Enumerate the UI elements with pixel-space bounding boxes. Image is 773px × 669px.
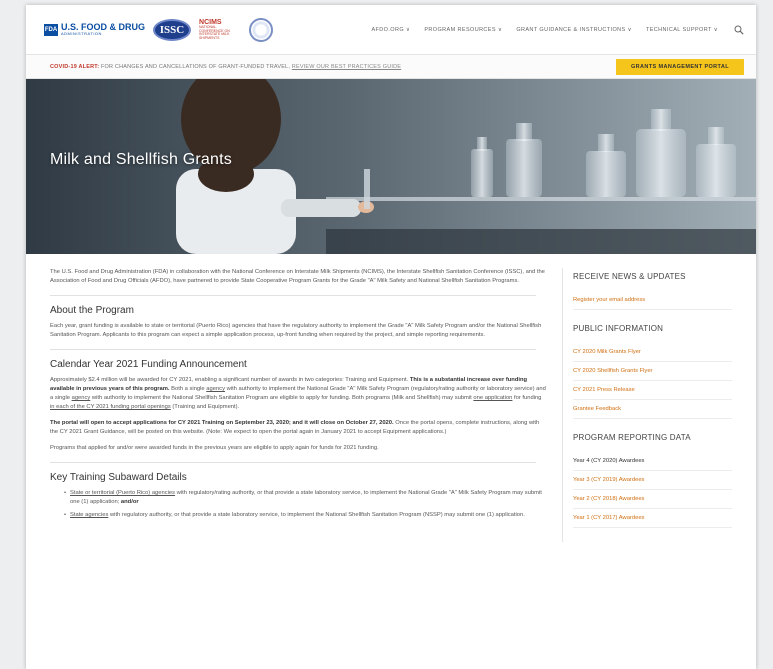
funding-paragraph-3: Programs that applied for and/or were aw… (50, 445, 379, 451)
milk-grants-flyer-link[interactable]: CY 2020 Milk Grants Flyer (573, 343, 732, 362)
alert-text: COVID-19 ALERT: FOR CHANGES AND CANCELLA… (50, 63, 402, 70)
fda-logo[interactable]: FDA U.S. FOOD & DRUG ADMINISTRATION (44, 23, 145, 36)
list-item: State or territorial (Puerto Rico) agenc… (64, 489, 546, 507)
afdo-seal-logo[interactable] (249, 17, 274, 42)
public-info-heading: PUBLIC INFORMATION (573, 324, 664, 333)
page-title: Milk and Shellfish Grants (50, 151, 232, 168)
register-email-link[interactable]: Register your email address (573, 291, 732, 310)
year1-awardees-link[interactable]: Year 1 (CY 2017) Awardees (573, 509, 732, 528)
fda-logo-line2: ADMINISTRATION (61, 31, 102, 36)
about-heading: About the Program (50, 305, 134, 316)
reporting-heading: PROGRAM REPORTING DATA (573, 433, 691, 442)
shellfish-grants-flyer-link[interactable]: CY 2020 Shellfish Grants Flyer (573, 362, 732, 381)
state-agencies-link[interactable]: State agencies (70, 512, 108, 518)
covid-alert-bar: COVID-19 ALERT: FOR CHANGES AND CANCELLA… (26, 55, 756, 79)
intro-paragraph: The U.S. Food and Drug Administration (F… (50, 269, 545, 284)
sidebar: RECEIVE NEWS & UPDATES Register your ema… (562, 268, 732, 542)
main-column: The U.S. Food and Drug Administration (F… (26, 254, 546, 542)
hero-banner: Milk and Shellfish Grants (26, 79, 756, 254)
list-item: State agencies with regulatory authority… (64, 511, 546, 520)
menu-item-afdo[interactable]: AFDO.ORG ∨ (371, 27, 410, 33)
press-release-link[interactable]: CY 2021 Press Release (573, 381, 732, 400)
funding-paragraph-1: Approximately $2.4 million will be award… (50, 377, 546, 410)
training-list: State or territorial (Puerto Rico) agenc… (64, 489, 546, 520)
alert-label: COVID-19 ALERT: (50, 63, 100, 70)
site-header: FDA U.S. FOOD & DRUG ADMINISTRATION ISSC… (26, 5, 756, 55)
about-paragraph: Each year, grant funding is available to… (50, 323, 542, 338)
best-practices-link[interactable]: REVIEW OUR BEST PRACTICES GUIDE (292, 64, 401, 70)
menu-item-grant-guidance[interactable]: GRANT GUIDANCE & INSTRUCTIONS ∨ (516, 27, 632, 33)
divider (50, 462, 536, 463)
search-icon[interactable] (734, 25, 744, 35)
content-area: The U.S. Food and Drug Administration (F… (26, 254, 756, 542)
year2-awardees-link[interactable]: Year 2 (CY 2018) Awardees (573, 490, 732, 509)
grantee-feedback-link[interactable]: Grantee Feedback (573, 400, 732, 419)
main-menu: AFDO.ORG ∨ PROGRAM RESOURCES ∨ GRANT GUI… (371, 25, 744, 35)
news-heading: RECEIVE NEWS & UPDATES (573, 272, 686, 281)
fda-logo-box: FDA (44, 23, 58, 36)
grants-portal-button[interactable]: GRANTS MANAGEMENT PORTAL (616, 58, 744, 75)
training-heading: Key Training Subaward Details (50, 472, 187, 483)
ncims-logo-line2: NATIONAL CONFERENCE ON INTERSTATE MILK S… (199, 25, 230, 40)
browser-page: FDA U.S. FOOD & DRUG ADMINISTRATION ISSC… (26, 5, 756, 669)
one-application-link[interactable]: one application (473, 395, 512, 401)
year4-awardees-link[interactable]: Year 4 (CY 2020) Awardees (573, 452, 732, 471)
logo-group: FDA U.S. FOOD & DRUG ADMINISTRATION ISSC… (44, 17, 274, 42)
divider (50, 295, 536, 296)
issc-logo[interactable]: ISSC (153, 18, 192, 41)
state-agencies-link[interactable]: State or territorial (Puerto Rico) agenc… (70, 490, 175, 496)
menu-item-program-resources[interactable]: PROGRAM RESOURCES ∨ (424, 27, 502, 33)
ncims-logo[interactable]: NCIMS NATIONAL CONFERENCE ON INTERSTATE … (199, 19, 241, 40)
agency-link[interactable]: agency (206, 386, 225, 392)
year3-awardees-link[interactable]: Year 3 (CY 2019) Awardees (573, 471, 732, 490)
agency-link[interactable]: agency (72, 395, 91, 401)
portal-openings-link[interactable]: in each of the CY 2021 funding portal op… (50, 404, 171, 410)
divider (50, 349, 536, 350)
funding-heading: Calendar Year 2021 Funding Announcement (50, 359, 247, 370)
menu-item-technical-support[interactable]: TECHNICAL SUPPORT ∨ (646, 27, 718, 33)
funding-paragraph-2: The portal will open to accept applicati… (50, 420, 540, 435)
